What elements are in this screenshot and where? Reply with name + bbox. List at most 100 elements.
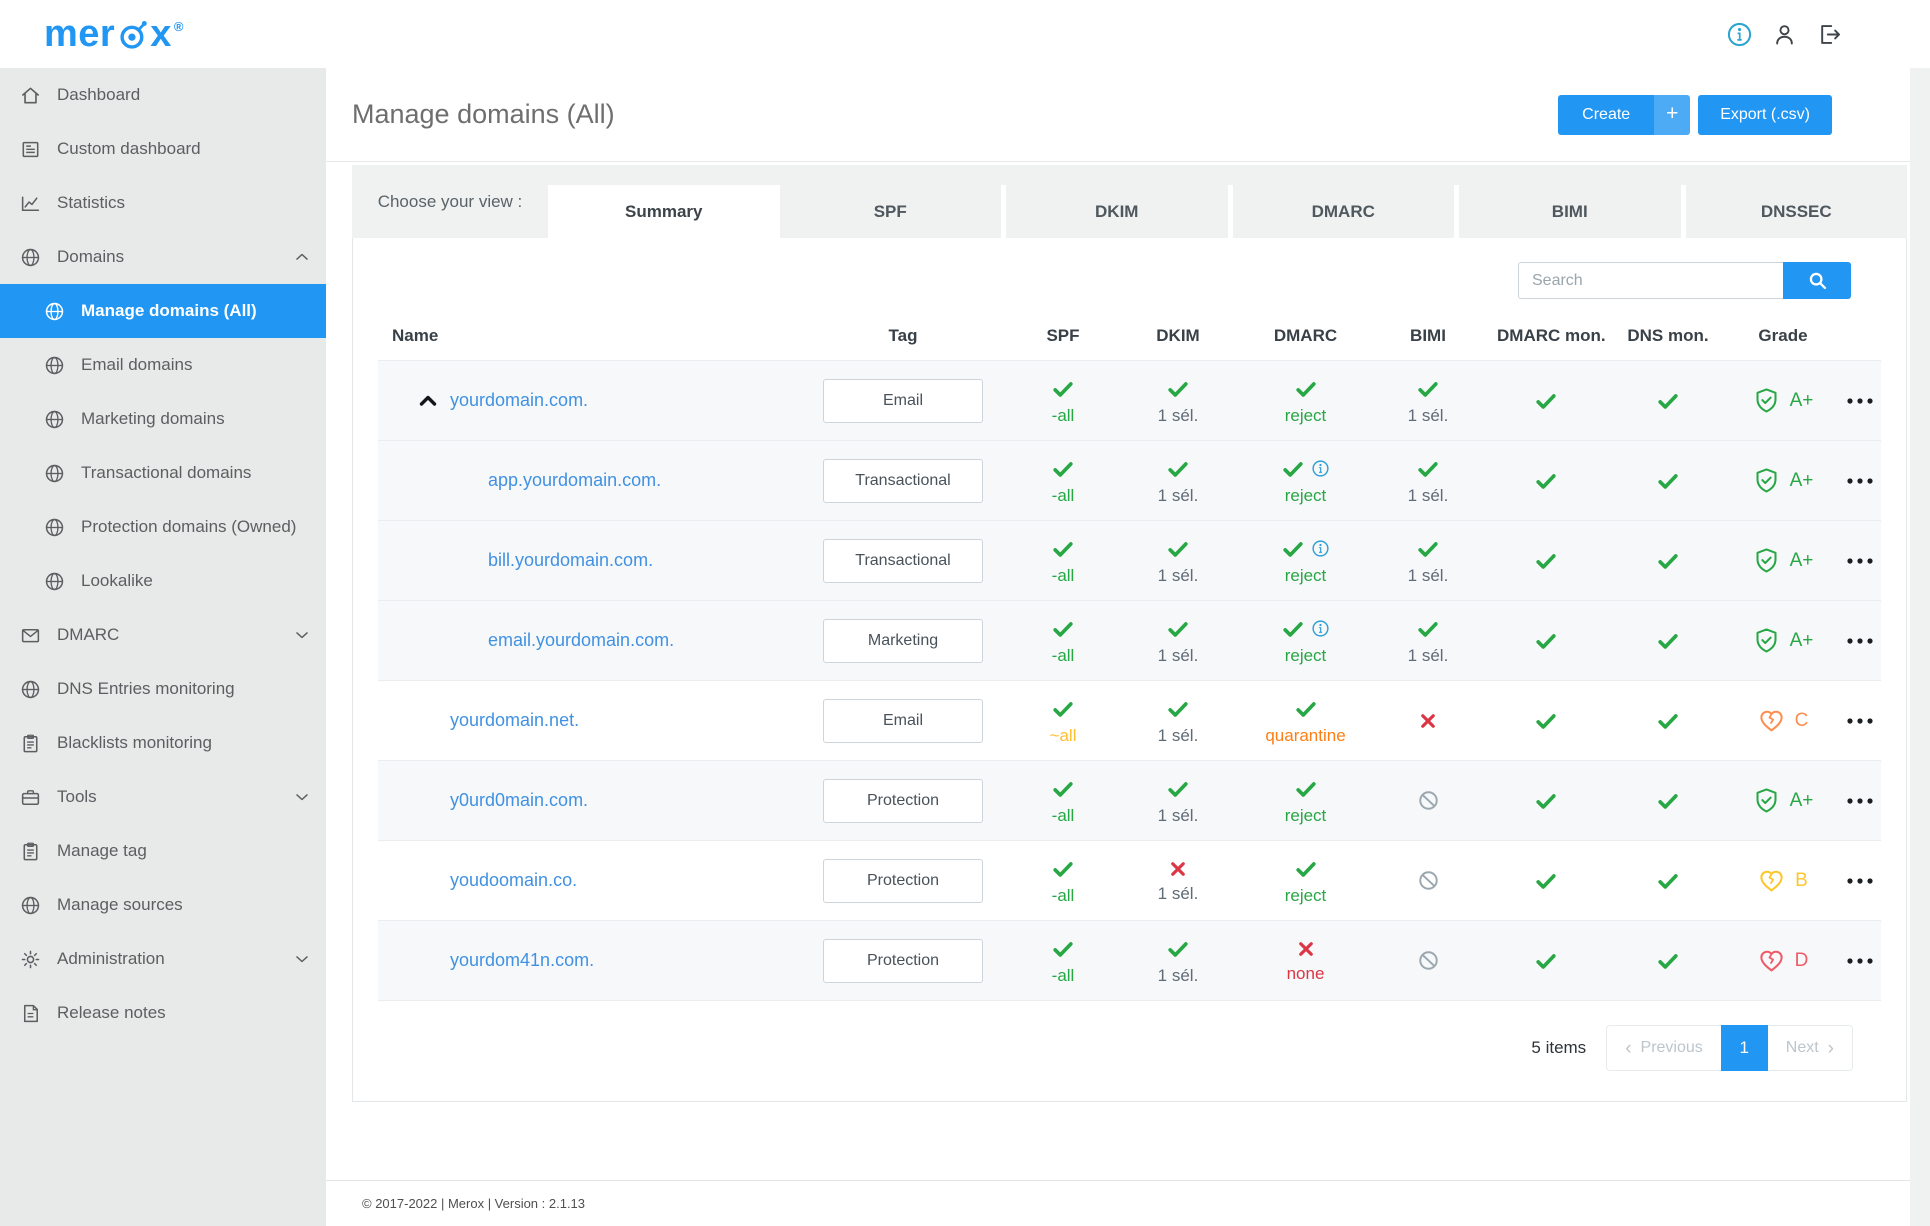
- domain-link[interactable]: bill.yourdomain.com.: [488, 550, 653, 571]
- check-icon: [1167, 938, 1189, 960]
- row-actions-menu[interactable]: [1838, 841, 1881, 920]
- logout-icon[interactable]: [1816, 21, 1843, 48]
- dmarc_mon-status-cell: [1483, 601, 1608, 680]
- row-actions-menu[interactable]: [1838, 761, 1881, 840]
- sidebar-item-release-notes[interactable]: Release notes: [0, 986, 326, 1040]
- domain-link[interactable]: yourdom41n.com.: [450, 950, 594, 971]
- sidebar-item-manage-tag[interactable]: Manage tag: [0, 824, 326, 878]
- current-page-button[interactable]: 1: [1720, 1025, 1768, 1072]
- check-icon: [1535, 630, 1557, 652]
- row-actions-menu[interactable]: [1838, 681, 1881, 760]
- domain-link[interactable]: yourdomain.net.: [450, 710, 579, 731]
- column-header-name: Name: [392, 326, 439, 345]
- domain-link[interactable]: youdoomain.co.: [450, 870, 577, 891]
- sidebar-item-dmarc[interactable]: DMARC: [0, 608, 326, 662]
- grade-value: A+: [1789, 469, 1814, 491]
- sidebar-item-label: Protection domains (Owned): [81, 517, 297, 536]
- chevron-down-icon: [292, 949, 312, 969]
- tab-dmarc[interactable]: DMARC: [1227, 185, 1454, 238]
- row-actions-menu[interactable]: [1838, 441, 1881, 520]
- sidebar-item-tools[interactable]: Tools: [0, 770, 326, 824]
- check-icon: [1052, 458, 1074, 480]
- check-icon: [1282, 618, 1304, 640]
- check-icon: [1657, 470, 1679, 492]
- sidebar-item-transactional-domains[interactable]: Transactional domains: [0, 446, 326, 500]
- sidebar-item-marketing-domains[interactable]: Marketing domains: [0, 392, 326, 446]
- dmarc-status-cell: reject: [1238, 761, 1373, 840]
- bimi-status-cell: [1373, 761, 1483, 840]
- tab-summary[interactable]: Summary: [548, 185, 775, 238]
- info-icon[interactable]: [1311, 619, 1330, 638]
- sidebar-item-domains[interactable]: Domains: [0, 230, 326, 284]
- footer-copyright: © 2017-2022 | Merox | Version : 2.1.13: [362, 1196, 586, 1211]
- dmarc_mon-status-cell: [1483, 681, 1608, 760]
- domain-link[interactable]: email.yourdomain.com.: [488, 630, 674, 651]
- dots-menu-icon: [1844, 876, 1876, 886]
- next-page-button[interactable]: Next ›: [1767, 1025, 1853, 1072]
- domain-link[interactable]: y0urd0main.com.: [450, 790, 588, 811]
- dmarc-value: reject: [1284, 805, 1327, 825]
- sidebar-item-label: Manage sources: [57, 895, 183, 914]
- tag-badge: Email: [823, 698, 983, 743]
- home-icon: [18, 83, 42, 107]
- check-icon: [1417, 378, 1439, 400]
- domain-link[interactable]: app.yourdomain.com.: [488, 470, 661, 491]
- domain-name-cell: yourdomain.com.: [378, 361, 798, 440]
- grade-cell: A+: [1728, 601, 1838, 680]
- sidebar-item-email-domains[interactable]: Email domains: [0, 338, 326, 392]
- grade-cell: D: [1728, 921, 1838, 1000]
- grade-value: C: [1794, 709, 1809, 731]
- sidebar-item-label: Statistics: [57, 193, 126, 212]
- tab-bimi[interactable]: BIMI: [1454, 185, 1681, 238]
- create-button[interactable]: Create +: [1558, 94, 1691, 135]
- sidebar-item-custom-dashboard[interactable]: Custom dashboard: [0, 122, 326, 176]
- row-actions-menu[interactable]: [1838, 361, 1881, 440]
- dmarc_mon-status-cell: [1483, 521, 1608, 600]
- row-actions-menu[interactable]: [1838, 521, 1881, 600]
- check-icon: [1657, 630, 1679, 652]
- tag-cell: Email: [798, 361, 1008, 440]
- tag-cell: Protection: [798, 761, 1008, 840]
- sidebar-item-protection-domains-owned[interactable]: Protection domains (Owned): [0, 500, 326, 554]
- search-button[interactable]: [1783, 262, 1851, 299]
- shield-check-icon: [1753, 547, 1780, 574]
- tab-dkim[interactable]: DKIM: [1001, 185, 1228, 238]
- spf-status-cell: -all: [1008, 361, 1118, 440]
- caret-up-icon[interactable]: [416, 389, 440, 413]
- sidebar-item-blacklists-monitoring[interactable]: Blacklists monitoring: [0, 716, 326, 770]
- sidebar-item-manage-domains-all[interactable]: Manage domains (All): [0, 284, 326, 338]
- sidebar-item-manage-sources[interactable]: Manage sources: [0, 878, 326, 932]
- tab-spf[interactable]: SPF: [774, 185, 1001, 238]
- user-account-icon[interactable]: [1771, 21, 1798, 48]
- tag-badge: Protection: [823, 778, 983, 823]
- row-actions-menu[interactable]: [1838, 601, 1881, 680]
- clipboard-icon: [18, 731, 42, 755]
- table-row: bill.yourdomain.com. Transactional -all 1 s…: [378, 521, 1881, 602]
- dmarc-value: quarantine: [1265, 725, 1346, 745]
- dmarc_mon-status-cell: [1483, 841, 1608, 920]
- dmarc-value: reject: [1284, 645, 1327, 665]
- info-icon[interactable]: [1311, 539, 1330, 558]
- dmarc-value: reject: [1284, 405, 1327, 425]
- info-icon[interactable]: [1311, 459, 1330, 478]
- sidebar-item-lookalike[interactable]: Lookalike: [0, 554, 326, 608]
- tab-dnssec[interactable]: DNSSEC: [1680, 185, 1907, 238]
- chart-icon: [18, 191, 42, 215]
- sidebar-item-statistics[interactable]: Statistics: [0, 176, 326, 230]
- sidebar-item-dashboard[interactable]: Dashboard: [0, 68, 326, 122]
- export-csv-button[interactable]: Export (.csv): [1698, 94, 1832, 135]
- scrollbar-track[interactable]: [1910, 68, 1930, 1226]
- sidebar-item-administration[interactable]: Administration: [0, 932, 326, 986]
- search-input[interactable]: [1518, 262, 1783, 299]
- dots-menu-icon: [1844, 796, 1876, 806]
- grade-cell: C: [1728, 681, 1838, 760]
- info-icon[interactable]: [1726, 21, 1753, 48]
- domain-link[interactable]: yourdomain.com.: [450, 390, 588, 411]
- sidebar-item-dns-entries-monitoring[interactable]: DNS Entries monitoring: [0, 662, 326, 716]
- bimi-status-cell: 1 sél.: [1373, 521, 1483, 600]
- row-actions-menu[interactable]: [1838, 921, 1881, 1000]
- previous-page-button[interactable]: ‹ Previous: [1606, 1025, 1721, 1072]
- grade-value: A+: [1789, 629, 1814, 651]
- check-icon: [1657, 710, 1679, 732]
- dkim-value: 1 sél.: [1157, 565, 1199, 585]
